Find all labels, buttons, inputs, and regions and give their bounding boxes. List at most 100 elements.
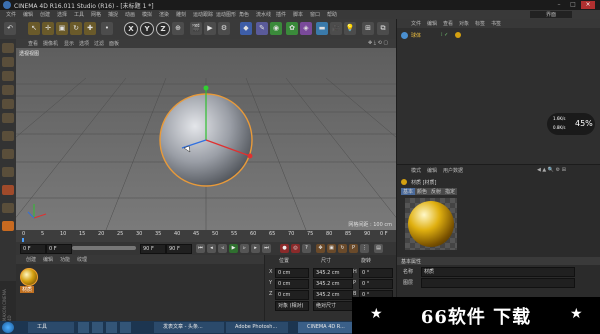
undo-icon[interactable]: ↶ bbox=[4, 22, 16, 35]
menu-item[interactable]: 窗口 bbox=[310, 11, 320, 18]
x-axis-toggle[interactable]: X bbox=[124, 22, 138, 36]
attribute-menu-item[interactable]: 编辑 bbox=[427, 167, 437, 174]
attribute-menu-item[interactable]: 模式 bbox=[411, 167, 421, 174]
layout-selector[interactable]: 界面 bbox=[530, 11, 573, 18]
rotation-key-icon[interactable]: ↻ bbox=[338, 244, 347, 253]
next-key-icon[interactable]: ▸ bbox=[251, 244, 260, 253]
coordinate-mode-dropdown[interactable]: 对象 (相对) bbox=[275, 301, 309, 311]
z-axis-toggle[interactable]: Z bbox=[156, 22, 170, 36]
point-level-key-icon[interactable]: ⋮ bbox=[360, 244, 369, 253]
layout-icon[interactable]: ⊞ bbox=[362, 22, 374, 35]
subdivision-surface-icon[interactable]: ◉ bbox=[270, 22, 282, 35]
workplane-icon[interactable] bbox=[2, 71, 14, 81]
start-button-icon[interactable] bbox=[2, 322, 14, 333]
render-picture-viewer-icon[interactable]: ▶ bbox=[204, 22, 216, 35]
play-icon[interactable]: ▶ bbox=[229, 244, 238, 253]
taskbar-item[interactable]: 发表文章 - 头条... bbox=[154, 322, 224, 333]
light-icon[interactable]: 💡 bbox=[344, 22, 356, 35]
media-player-icon[interactable] bbox=[92, 322, 103, 333]
menu-item[interactable]: 脚本 bbox=[293, 11, 303, 18]
current-frame-field[interactable]: 0 F bbox=[46, 244, 72, 254]
size-z-field[interactable]: 345.2 cm bbox=[313, 290, 353, 300]
size-y-field[interactable]: 345.2 cm bbox=[313, 279, 353, 289]
menu-item[interactable]: 创建 bbox=[40, 11, 50, 18]
visibility-dots-icon[interactable]: ⁞ ✓ bbox=[441, 32, 448, 38]
menu-item[interactable]: 工具 bbox=[74, 11, 84, 18]
keyframe-selection-icon[interactable]: ? bbox=[302, 244, 311, 253]
menu-item[interactable]: 雕刻 bbox=[176, 11, 186, 18]
size-x-field[interactable]: 345.2 cm bbox=[313, 268, 353, 278]
viewport-menu-item[interactable]: 摄像机 bbox=[43, 40, 58, 47]
menu-item[interactable]: 编辑 bbox=[23, 11, 33, 18]
tweak-mode-icon[interactable] bbox=[2, 149, 14, 159]
preview-range-slider[interactable] bbox=[72, 246, 136, 250]
tab-reflectance[interactable]: 反射 bbox=[429, 188, 444, 195]
object-menu-item[interactable]: 文件 bbox=[411, 20, 421, 27]
viewport-menu-item[interactable]: 查看 bbox=[28, 40, 38, 47]
object-menu-item[interactable]: 标签 bbox=[475, 20, 485, 27]
menu-item[interactable]: 角色 bbox=[239, 11, 249, 18]
folder-icon[interactable] bbox=[78, 322, 89, 333]
attribute-menu-item[interactable]: 用户数据 bbox=[443, 167, 463, 174]
recent-tool-icon[interactable]: ✚ bbox=[84, 22, 96, 35]
move-tool-icon[interactable]: ✛ bbox=[42, 22, 54, 35]
y-axis-toggle[interactable]: Y bbox=[140, 22, 154, 36]
material-menu-item[interactable]: 功能 bbox=[60, 256, 70, 263]
size-mode-dropdown[interactable]: 绝对尺寸 bbox=[313, 301, 353, 311]
material-menu-item[interactable]: 纹理 bbox=[77, 256, 87, 263]
viewport-menu-item[interactable]: 过滤 bbox=[94, 40, 104, 47]
viewport-menu-item[interactable]: 显示 bbox=[64, 40, 74, 47]
browser-icon[interactable] bbox=[106, 322, 117, 333]
object-row-sphere[interactable]: 球体 ⁞ ✓ bbox=[401, 32, 581, 40]
tab-assign[interactable]: 指定 bbox=[443, 188, 458, 195]
model-mode-icon[interactable] bbox=[2, 43, 14, 53]
texture-mode-icon[interactable] bbox=[2, 57, 14, 67]
tab-color[interactable]: 颜色 bbox=[415, 188, 430, 195]
camera-icon[interactable]: 🎥 bbox=[330, 22, 342, 35]
pen-spline-icon[interactable]: ✎ bbox=[256, 22, 268, 35]
parameter-key-icon[interactable]: P bbox=[349, 244, 358, 253]
snap-icon[interactable] bbox=[2, 167, 14, 177]
position-z-field[interactable]: 0 cm bbox=[275, 290, 309, 300]
point-mode-icon[interactable]: • bbox=[101, 22, 113, 35]
points-mode-icon[interactable] bbox=[2, 85, 14, 95]
start-frame-field[interactable]: 0 F bbox=[20, 244, 46, 254]
menu-item[interactable]: 网格 bbox=[91, 11, 101, 18]
menu-item[interactable]: 捕捉 bbox=[108, 11, 118, 18]
deformer-icon[interactable]: ◈ bbox=[300, 22, 312, 35]
rotate-tool-icon[interactable]: ↻ bbox=[70, 22, 82, 35]
rotation-h-field[interactable]: 0 ° bbox=[359, 268, 393, 278]
go-to-start-icon[interactable]: ⏮ bbox=[196, 244, 205, 253]
scale-tool-icon[interactable]: ▣ bbox=[56, 22, 68, 35]
material-name[interactable]: 材质 bbox=[20, 286, 35, 293]
rotation-p-field[interactable]: 0 ° bbox=[359, 279, 393, 289]
material-tag-icon[interactable] bbox=[455, 32, 461, 38]
solo-mode-icon[interactable] bbox=[2, 221, 14, 231]
material-menu-item[interactable]: 创建 bbox=[26, 256, 36, 263]
object-menu-item[interactable]: 对象 bbox=[459, 20, 469, 27]
previous-key-icon[interactable]: ◂ bbox=[207, 244, 216, 253]
material-name-field[interactable]: 材质 bbox=[421, 267, 575, 277]
layer-field[interactable] bbox=[421, 278, 575, 288]
go-to-end-icon[interactable]: ⏭ bbox=[262, 244, 271, 253]
render-view-icon[interactable]: 🎬 bbox=[190, 22, 202, 35]
viewport-menu-item[interactable]: 面板 bbox=[109, 40, 119, 47]
timeline-ruler[interactable]: 0 5 10 15 20 25 30 35 40 45 50 55 60 65 … bbox=[16, 230, 396, 242]
menu-item[interactable]: 插件 bbox=[276, 11, 286, 18]
position-y-field[interactable]: 0 cm bbox=[275, 279, 309, 289]
position-x-field[interactable]: 0 cm bbox=[275, 268, 309, 278]
maximize-icon[interactable]: □ bbox=[566, 1, 580, 9]
array-icon[interactable]: ✿ bbox=[286, 22, 298, 35]
viewport-menu-item[interactable]: 选项 bbox=[79, 40, 89, 47]
timeline-window-icon[interactable]: ▤ bbox=[374, 244, 383, 253]
lock-workplane-icon[interactable] bbox=[2, 185, 14, 195]
axis-mode-icon[interactable] bbox=[2, 131, 14, 141]
minimize-icon[interactable]: – bbox=[552, 1, 566, 9]
menu-item[interactable]: 模拟 bbox=[142, 11, 152, 18]
end-frame-field[interactable]: 90 F bbox=[140, 244, 166, 254]
object-menu-item[interactable]: 编辑 bbox=[427, 20, 437, 27]
viewport-nav-icons[interactable]: ✥ ⤓ ⟲ ▢ bbox=[368, 40, 388, 46]
planar-workplane-icon[interactable] bbox=[2, 203, 14, 213]
polygons-mode-icon[interactable] bbox=[2, 113, 14, 123]
render-settings-icon[interactable]: ⚙ bbox=[218, 22, 230, 35]
